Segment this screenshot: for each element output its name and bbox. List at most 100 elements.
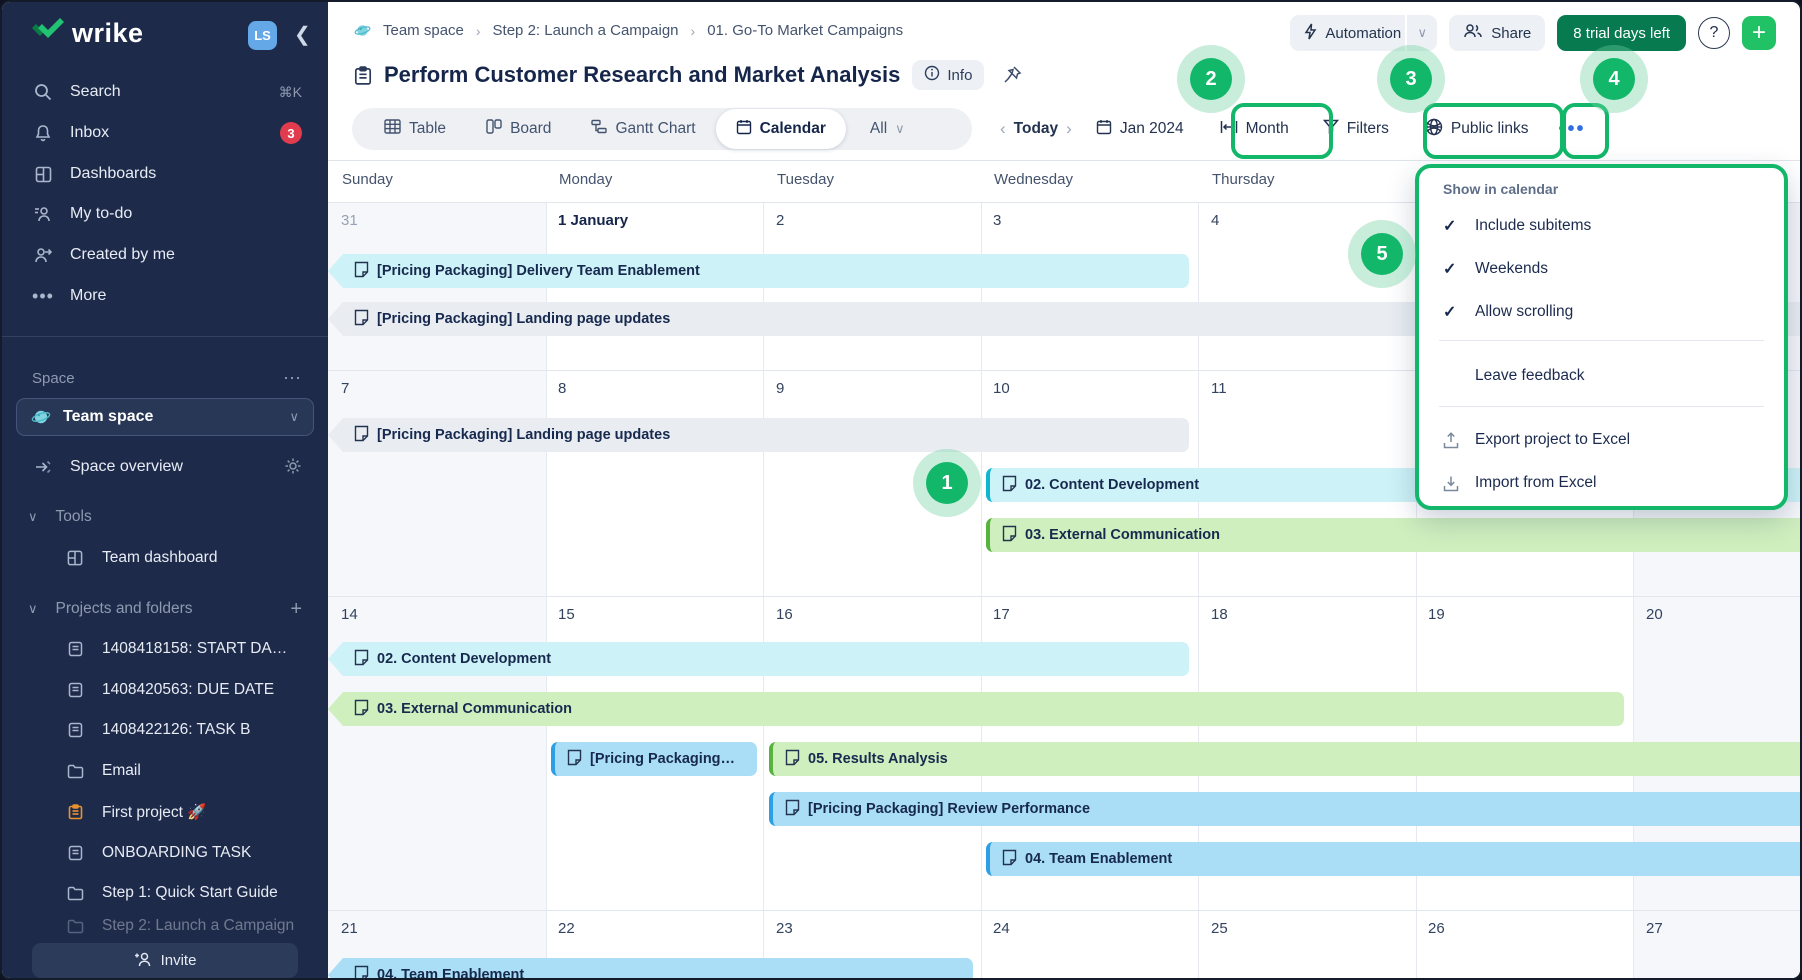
date-cell[interactable]: 14 <box>341 606 358 623</box>
add-project-icon[interactable]: + <box>290 598 302 621</box>
date-cell[interactable]: 18 <box>1211 606 1228 623</box>
menu-item-label: Allow scrolling <box>1475 303 1573 321</box>
today-button[interactable]: Today <box>1014 120 1059 138</box>
date-cell[interactable]: 10 <box>993 380 1010 397</box>
planet-icon <box>354 22 371 39</box>
avatar[interactable]: LS <box>248 21 277 50</box>
menu-item-leave-feedback[interactable]: Leave feedback <box>1443 367 1584 385</box>
sidebar-item-my-todo[interactable]: My to-do <box>2 196 328 232</box>
help-button[interactable]: ? <box>1698 17 1730 49</box>
sidebar-project-item[interactable]: ONBOARDING TASK <box>2 835 328 871</box>
sidebar-project-item[interactable]: 1408420563: DUE DATE <box>2 672 328 708</box>
info-button[interactable]: Info <box>912 60 984 90</box>
projects-section[interactable]: ∨ Projects and folders + <box>2 591 328 627</box>
date-cell[interactable]: 3 <box>993 212 1001 229</box>
event-bar[interactable]: 04. Team Enablement <box>328 958 973 980</box>
event-label: 03. External Communication <box>377 701 572 717</box>
more-menu-button[interactable]: ••• <box>1558 118 1585 141</box>
breadcrumb-step2[interactable]: Step 2: Launch a Campaign <box>493 22 679 39</box>
menu-item-import-excel[interactable]: Import from Excel <box>1443 474 1596 492</box>
menu-item-include-subitems[interactable]: ✓ Include subitems <box>1443 216 1591 236</box>
date-cell[interactable]: 4 <box>1211 212 1219 229</box>
clipboard-icon <box>354 65 372 86</box>
date-cell[interactable]: 20 <box>1646 606 1663 623</box>
date-cell[interactable]: 8 <box>558 380 566 397</box>
sidebar-item-search[interactable]: Search ⌘K <box>2 74 328 110</box>
team-space-selector[interactable]: Team space ∨ <box>16 398 314 436</box>
space-more-icon[interactable]: ⋯ <box>283 368 302 389</box>
event-bar[interactable]: 03. External Communication <box>986 518 1802 552</box>
gear-icon[interactable] <box>284 457 302 478</box>
trial-badge[interactable]: 8 trial days left <box>1557 15 1686 51</box>
share-button[interactable]: Share <box>1449 15 1545 51</box>
info-icon <box>924 65 940 85</box>
folder-icon <box>64 764 86 779</box>
event-bar[interactable]: [Pricing Packaging… <box>551 742 757 776</box>
event-bar[interactable]: 02. Content Development <box>328 642 1189 676</box>
date-cell[interactable]: 26 <box>1428 920 1445 937</box>
task-doc-icon <box>64 682 86 698</box>
menu-item-weekends[interactable]: ✓ Weekends <box>1443 259 1548 279</box>
breadcrumb-campaigns[interactable]: 01. Go-To Market Campaigns <box>707 22 903 39</box>
create-button[interactable]: + <box>1742 16 1776 50</box>
invite-button[interactable]: Invite <box>32 943 298 978</box>
tab-gantt-chart[interactable]: Gantt Chart <box>571 108 715 150</box>
zoom-month-button[interactable]: Month <box>1220 120 1289 139</box>
next-arrow-icon[interactable]: › <box>1058 119 1080 139</box>
sidebar-project-item[interactable]: 1408422126: TASK B <box>2 712 328 748</box>
sidebar-item-inbox[interactable]: Inbox 3 <box>2 115 328 151</box>
task-doc-icon <box>64 845 86 861</box>
sidebar-project-item-partial[interactable]: Step 2: Launch a Campaign <box>2 918 328 934</box>
sidebar-item-dashboards[interactable]: Dashboards <box>2 156 328 192</box>
event-bar[interactable]: 05. Results Analysis <box>769 742 1802 776</box>
sidebar-item-team-dashboard[interactable]: Team dashboard <box>2 540 328 576</box>
sidebar-collapse-icon[interactable]: ❮ <box>294 22 311 47</box>
menu-item-allow-scrolling[interactable]: ✓ Allow scrolling <box>1443 302 1573 322</box>
sidebar-project-item[interactable]: Email <box>2 753 328 789</box>
sidebar-project-item[interactable]: Step 1: Quick Start Guide <box>2 875 328 911</box>
tab-table[interactable]: Table <box>364 108 466 150</box>
event-bar[interactable]: [Pricing Packaging] Delivery Team Enable… <box>328 254 1189 288</box>
menu-item-export-excel[interactable]: Export project to Excel <box>1443 431 1630 449</box>
date-cell[interactable]: 31 <box>341 212 358 229</box>
tab-filter-all[interactable]: All ∨ <box>850 108 925 150</box>
wrike-logo[interactable]: wrike <box>30 18 144 49</box>
date-cell[interactable]: 19 <box>1428 606 1445 623</box>
date-cell[interactable]: 1 January <box>558 212 628 229</box>
date-cell[interactable]: 25 <box>1211 920 1228 937</box>
tools-section[interactable]: ∨ Tools <box>2 499 328 535</box>
date-cell[interactable]: 21 <box>341 920 358 937</box>
sidebar-project-item[interactable]: First project 🚀 <box>2 794 328 830</box>
breadcrumb-team-space[interactable]: Team space <box>383 22 464 39</box>
sidebar-item-space-overview[interactable]: Space overview <box>2 449 328 485</box>
automation-chevron[interactable]: ∨ <box>1405 15 1437 51</box>
event-bar[interactable]: 03. External Communication <box>328 692 1624 726</box>
date-cell[interactable]: 17 <box>993 606 1010 623</box>
date-cell[interactable]: 15 <box>558 606 575 623</box>
public-links-button[interactable]: Public links <box>1425 118 1529 141</box>
filters-button[interactable]: Filters <box>1323 119 1389 139</box>
date-cell[interactable]: 27 <box>1646 920 1663 937</box>
prev-arrow-icon[interactable]: ‹ <box>992 119 1014 139</box>
sidebar-project-item[interactable]: 1408418158: START DA… <box>2 631 328 667</box>
event-bar[interactable]: [Pricing Packaging] Landing page updates <box>328 418 1189 452</box>
sidebar-item-created-by-me[interactable]: Created by me <box>2 237 328 273</box>
date-cell[interactable]: 22 <box>558 920 575 937</box>
period-selector[interactable]: Jan 2024 <box>1096 119 1184 140</box>
bell-icon <box>32 124 54 142</box>
tab-board[interactable]: Board <box>466 108 571 150</box>
date-cell[interactable]: 7 <box>341 380 349 397</box>
pin-icon[interactable] <box>1002 65 1022 85</box>
date-cell[interactable]: 2 <box>776 212 784 229</box>
date-cell[interactable]: 11 <box>1211 380 1227 397</box>
automation-button[interactable]: Automation <box>1290 15 1415 51</box>
sidebar-item-more[interactable]: ••• More <box>2 278 328 314</box>
tab-calendar[interactable]: Calendar <box>716 109 846 149</box>
date-cell[interactable]: 9 <box>776 380 784 397</box>
event-bar[interactable]: 04. Team Enablement <box>986 842 1802 876</box>
menu-item-label: Weekends <box>1475 260 1548 278</box>
event-bar[interactable]: [Pricing Packaging] Review Performance <box>769 792 1802 826</box>
date-cell[interactable]: 16 <box>776 606 793 623</box>
date-cell[interactable]: 24 <box>993 920 1010 937</box>
date-cell[interactable]: 23 <box>776 920 793 937</box>
